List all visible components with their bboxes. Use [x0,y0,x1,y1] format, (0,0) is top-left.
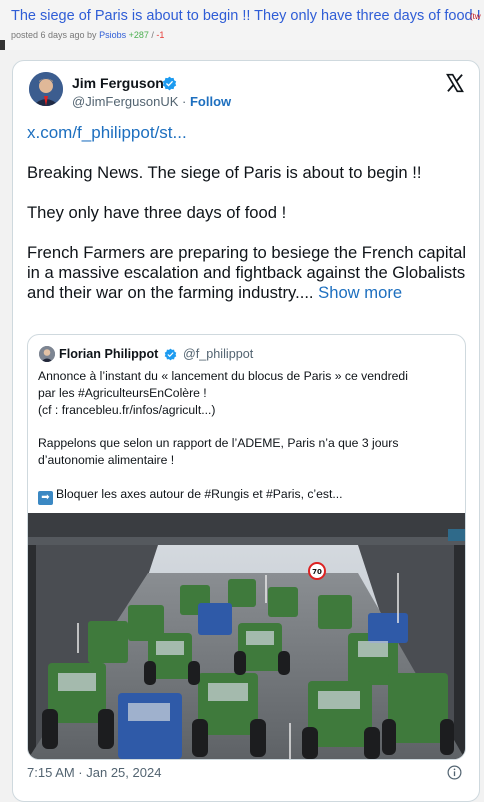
post-author-link[interactable]: Psiobs [99,30,126,40]
user-handle[interactable]: @JimFergusonUK [72,94,178,109]
x-logo-icon[interactable] [445,73,465,93]
info-icon[interactable] [447,765,462,780]
tweet-embed-card[interactable]: Jim Ferguson @JimFergusonUK · Follow x.c… [12,60,480,802]
quoted-display-name[interactable]: Florian Philippot [59,347,158,361]
avatar[interactable] [29,72,63,106]
quoted-avatar[interactable] [39,346,55,362]
downvote-count: -1 [156,30,165,40]
show-more-link[interactable]: Show more [318,283,402,302]
quoted-verified-badge-icon [164,348,177,361]
display-name[interactable]: Jim Ferguson [72,75,164,91]
quoted-handle[interactable]: @f_philippot [183,347,253,361]
post-meta-prefix: posted 6 days ago by [11,30,100,40]
post-header: The siege of Paris is about to begin !! … [0,0,484,50]
tweet-link[interactable]: x.com/f_philippot/st... [27,123,187,143]
quoted-text-line-3: (cf : francebleu.fr/infos/agricult...) [38,403,216,417]
quoted-text-line-4: Rappelons que selon un rapport de l’ADEM… [38,436,399,450]
post-title-link[interactable]: The siege of Paris is about to begin !! … [11,8,481,24]
tweet-text-paragraph-1: Breaking News. The siege of Paris is abo… [27,163,422,182]
post-meta: posted 6 days ago by Psiobs +287 / -1 [11,30,164,40]
quoted-text-line-1: Annonce à l’instant du « lancement du bl… [38,369,408,383]
handle-dot: · [178,94,190,109]
quoted-text-line-6-content: Bloquer les axes autour de #Rungis et #P… [56,487,343,501]
tractor-convoy-photo[interactable]: 70 [28,513,465,759]
tweet-text-paragraph-3: French Farmers are preparing to besiege … [27,243,467,303]
handle-line: @JimFergusonUK · Follow [72,94,231,109]
upvote-count: +287 [128,30,149,40]
quoted-text-line-2: par les #AgriculteursEnColère ! [38,386,207,400]
right-arrow-emoji-icon: ➡ [38,491,53,505]
verified-badge-icon [162,76,177,91]
speed-limit-sign-text: 70 [312,568,322,576]
left-edge-bar [0,40,5,50]
tweet-text-paragraph-2: They only have three days of food ! [27,203,287,222]
follow-button[interactable]: Follow [190,94,231,109]
tweet-timestamp[interactable]: 7:15 AM · Jan 25, 2024 [27,765,161,780]
quoted-text-line-6: ➡ Bloquer les axes autour de #Rungis et #… [38,486,463,505]
quoted-tweet[interactable]: Florian Philippot @f_philippot Annonce à… [27,334,466,760]
post-tag: (tw [470,12,481,21]
quoted-text-line-5: d’autonomie alimentaire ! [38,453,175,467]
